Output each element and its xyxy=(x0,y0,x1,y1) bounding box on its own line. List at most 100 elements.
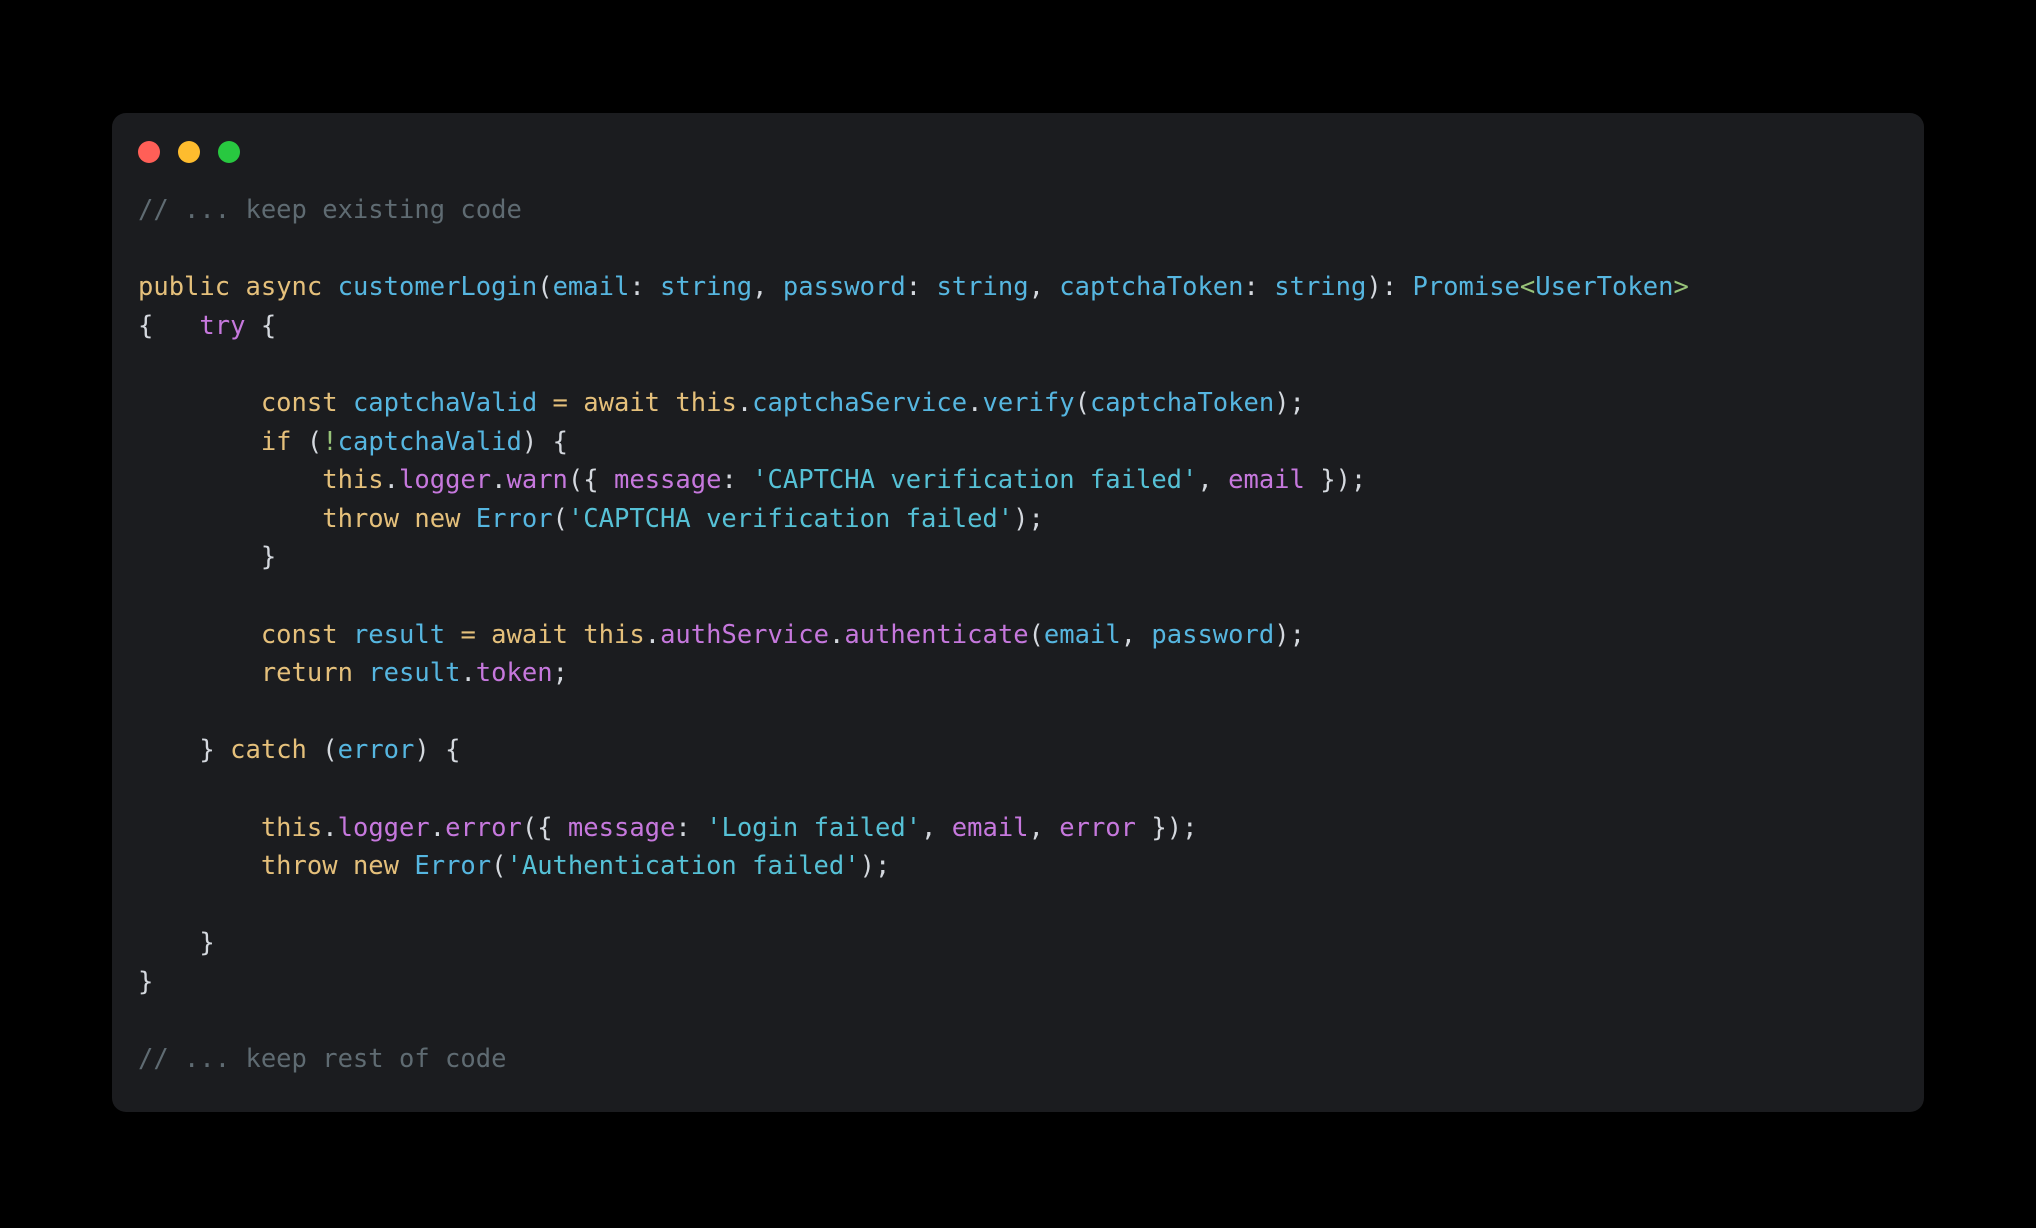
code-token-keyword: if xyxy=(260,426,292,457)
code-token-punct: { xyxy=(445,735,461,766)
code-token-punct: { xyxy=(552,426,568,457)
code-token-type: Error xyxy=(414,851,492,882)
minimize-window-button[interactable] xyxy=(178,141,200,163)
code-block[interactable]: // ... keep existing code public async c… xyxy=(138,191,1924,1079)
code-token-keyword: async xyxy=(245,272,323,303)
code-token-prop: warn xyxy=(506,465,568,496)
maximize-window-button[interactable] xyxy=(218,141,240,163)
code-token-punct: . xyxy=(967,387,983,418)
code-token-control: try xyxy=(199,310,246,341)
code-token-string: 'Authentication failed' xyxy=(506,851,860,882)
code-token-keyword: this xyxy=(675,387,737,418)
code-token-type: string xyxy=(936,272,1029,303)
code-token-punct: . xyxy=(429,812,446,843)
code-token-prop: email xyxy=(951,812,1029,843)
code-token-keyword: await xyxy=(583,387,661,418)
code-token-prop: email xyxy=(1228,465,1305,496)
code-token-string: 'CAPTCHA verification failed' xyxy=(567,503,1014,534)
code-token-punct: }); xyxy=(1136,812,1198,843)
code-token-keyword: new xyxy=(352,851,400,882)
code-token-punct: . xyxy=(383,465,400,496)
code-token-keyword: throw xyxy=(322,503,399,534)
close-window-button[interactable] xyxy=(138,141,160,163)
code-token-type: Error xyxy=(475,503,553,534)
code-token-op: ! xyxy=(322,426,338,457)
code-token-punct: } xyxy=(199,735,215,766)
code-token-punct: } xyxy=(260,542,277,573)
code-line: if (!captchaValid) { xyxy=(138,427,568,457)
code-token-prop: message xyxy=(613,465,722,496)
code-token-comment: // ... keep existing code xyxy=(138,195,522,225)
code-token-keyword: return xyxy=(260,658,353,689)
code-token-type: string xyxy=(1274,272,1367,303)
code-token-punct: , xyxy=(1028,812,1060,843)
code-line: } xyxy=(138,542,276,572)
code-line: public async customerLogin(email: string… xyxy=(138,272,1689,302)
code-token-punct: { xyxy=(260,310,277,341)
code-token-punct: : xyxy=(675,812,707,843)
code-token-keyword: throw xyxy=(260,851,338,882)
code-token-punct: , xyxy=(1197,465,1229,496)
code-line: this.logger.warn({ message: 'CAPTCHA ver… xyxy=(138,465,1366,495)
code-token-prop: authenticate xyxy=(844,619,1029,650)
code-token-punct: , xyxy=(921,812,952,843)
code-token-keyword: this xyxy=(260,812,323,843)
code-token-punct: . xyxy=(644,619,661,650)
code-token-punct: }); xyxy=(1304,465,1367,496)
code-token-keyword: = xyxy=(460,619,476,650)
code-window: // ... keep existing code public async c… xyxy=(112,113,1924,1112)
code-token-prop: error xyxy=(1059,812,1137,843)
screen: // ... keep existing code public async c… xyxy=(0,0,2036,1228)
code-token-punct: ( xyxy=(1028,619,1044,650)
code-line: return result.token; xyxy=(138,658,568,688)
code-token-punct: ) xyxy=(1366,272,1382,303)
code-token-punct: ({ xyxy=(521,812,568,843)
code-token-punct: ( xyxy=(322,735,338,766)
code-token-prop: token xyxy=(475,658,553,689)
code-token-op: > xyxy=(1673,272,1689,303)
code-token-string: 'CAPTCHA verification failed' xyxy=(752,465,1198,496)
code-token-punct: ( xyxy=(491,851,507,882)
code-content-area[interactable]: // ... keep existing code public async c… xyxy=(112,191,1924,1112)
code-token-ident: verify xyxy=(982,387,1075,418)
code-token-punct: ; xyxy=(552,658,568,689)
code-token-punct: ) xyxy=(414,735,446,766)
code-token-type: UserToken xyxy=(1535,272,1674,303)
code-line: const result = await this.authService.au… xyxy=(138,620,1305,650)
code-token-prop: logger xyxy=(399,465,492,496)
code-token-prop: authService xyxy=(660,619,829,650)
code-line: // ... keep existing code xyxy=(138,195,522,225)
code-token-punct: . xyxy=(491,465,507,496)
code-token-string: 'Login failed' xyxy=(706,812,922,843)
code-token-type: customerLogin xyxy=(337,272,538,303)
code-line: throw new Error('Authentication failed')… xyxy=(138,851,891,882)
code-token-punct: ) xyxy=(521,426,553,457)
code-token-ident: password xyxy=(782,272,906,303)
code-token-punct: ( xyxy=(306,426,323,457)
code-token-punct: . xyxy=(736,387,753,418)
code-token-punct: , xyxy=(1120,619,1152,650)
code-token-keyword: const xyxy=(260,619,338,650)
code-token-prop: logger xyxy=(337,812,430,843)
code-token-ident: captchaToken xyxy=(1089,387,1275,418)
code-token-keyword: this xyxy=(322,465,384,496)
code-line: } xyxy=(138,967,153,997)
